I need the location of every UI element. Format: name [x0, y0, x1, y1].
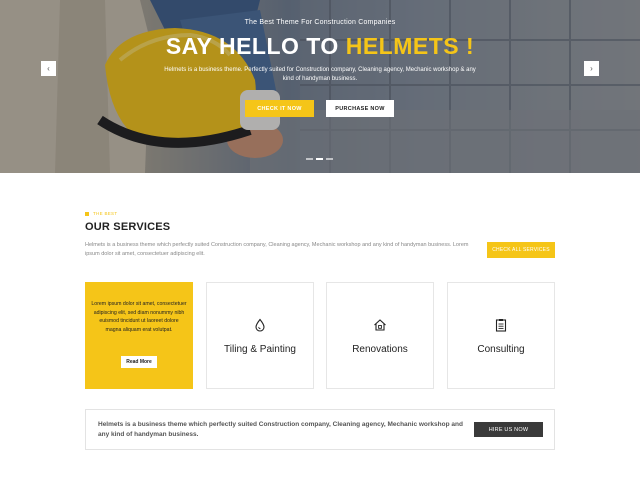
service-card-label: Tiling & Painting [224, 344, 296, 355]
hire-us-now-button[interactable]: HIRE US NOW [474, 422, 543, 437]
service-card-renovations[interactable]: Renovations [326, 282, 434, 389]
slider-dot[interactable] [326, 158, 333, 160]
service-card-tiling[interactable]: Tiling & Painting [206, 282, 314, 389]
check-it-now-button[interactable]: CHECK IT NOW [245, 100, 314, 117]
check-all-services-button[interactable]: CHECK ALL SERVICES [487, 242, 555, 258]
service-card-intro: Lorem ipsum dolor sit amet, consectetuer… [85, 282, 193, 389]
service-card-consulting[interactable]: Consulting [447, 282, 555, 389]
eyebrow-square-icon [85, 211, 89, 216]
read-more-button[interactable]: Read More [121, 356, 157, 368]
service-card-label: Consulting [477, 344, 525, 355]
slider-pagination [306, 158, 333, 160]
service-card-label: Renovations [352, 344, 408, 355]
cta-text: Helmets is a business theme which perfec… [98, 421, 463, 438]
service-card-intro-text: Lorem ipsum dolor sit amet, consectetuer… [91, 301, 187, 333]
services-eyebrow: THE BEST [85, 211, 117, 216]
paint-drop-icon [255, 318, 265, 332]
hero-subtitle: The Best Theme For Construction Companie… [244, 19, 396, 26]
hero-slider: The Best Theme For Construction Companie… [0, 0, 640, 173]
slider-dot[interactable] [316, 158, 323, 160]
eyebrow-label: THE BEST [93, 211, 118, 216]
services-description: Helmets is a business theme which perfec… [85, 242, 469, 257]
hero-title-main: SAY HELLO TO [165, 33, 346, 59]
hero-title: SAY HELLO TO HELMETS ! [0, 33, 640, 60]
house-icon [374, 319, 386, 331]
call-to-action-bar: Helmets is a business theme which perfec… [85, 409, 555, 450]
services-title: OUR SERVICES [85, 221, 171, 233]
purchase-now-button[interactable]: PURCHASE NOW [326, 100, 394, 117]
slider-dot[interactable] [306, 158, 313, 160]
slider-next-arrow-icon[interactable]: › [584, 61, 599, 76]
hero-title-accent: HELMETS ! [345, 33, 475, 59]
clipboard-icon [495, 319, 507, 332]
slider-prev-arrow-icon[interactable]: ‹ [41, 61, 56, 76]
hero-description: Helmets is a business theme. Perfectly s… [164, 67, 476, 82]
